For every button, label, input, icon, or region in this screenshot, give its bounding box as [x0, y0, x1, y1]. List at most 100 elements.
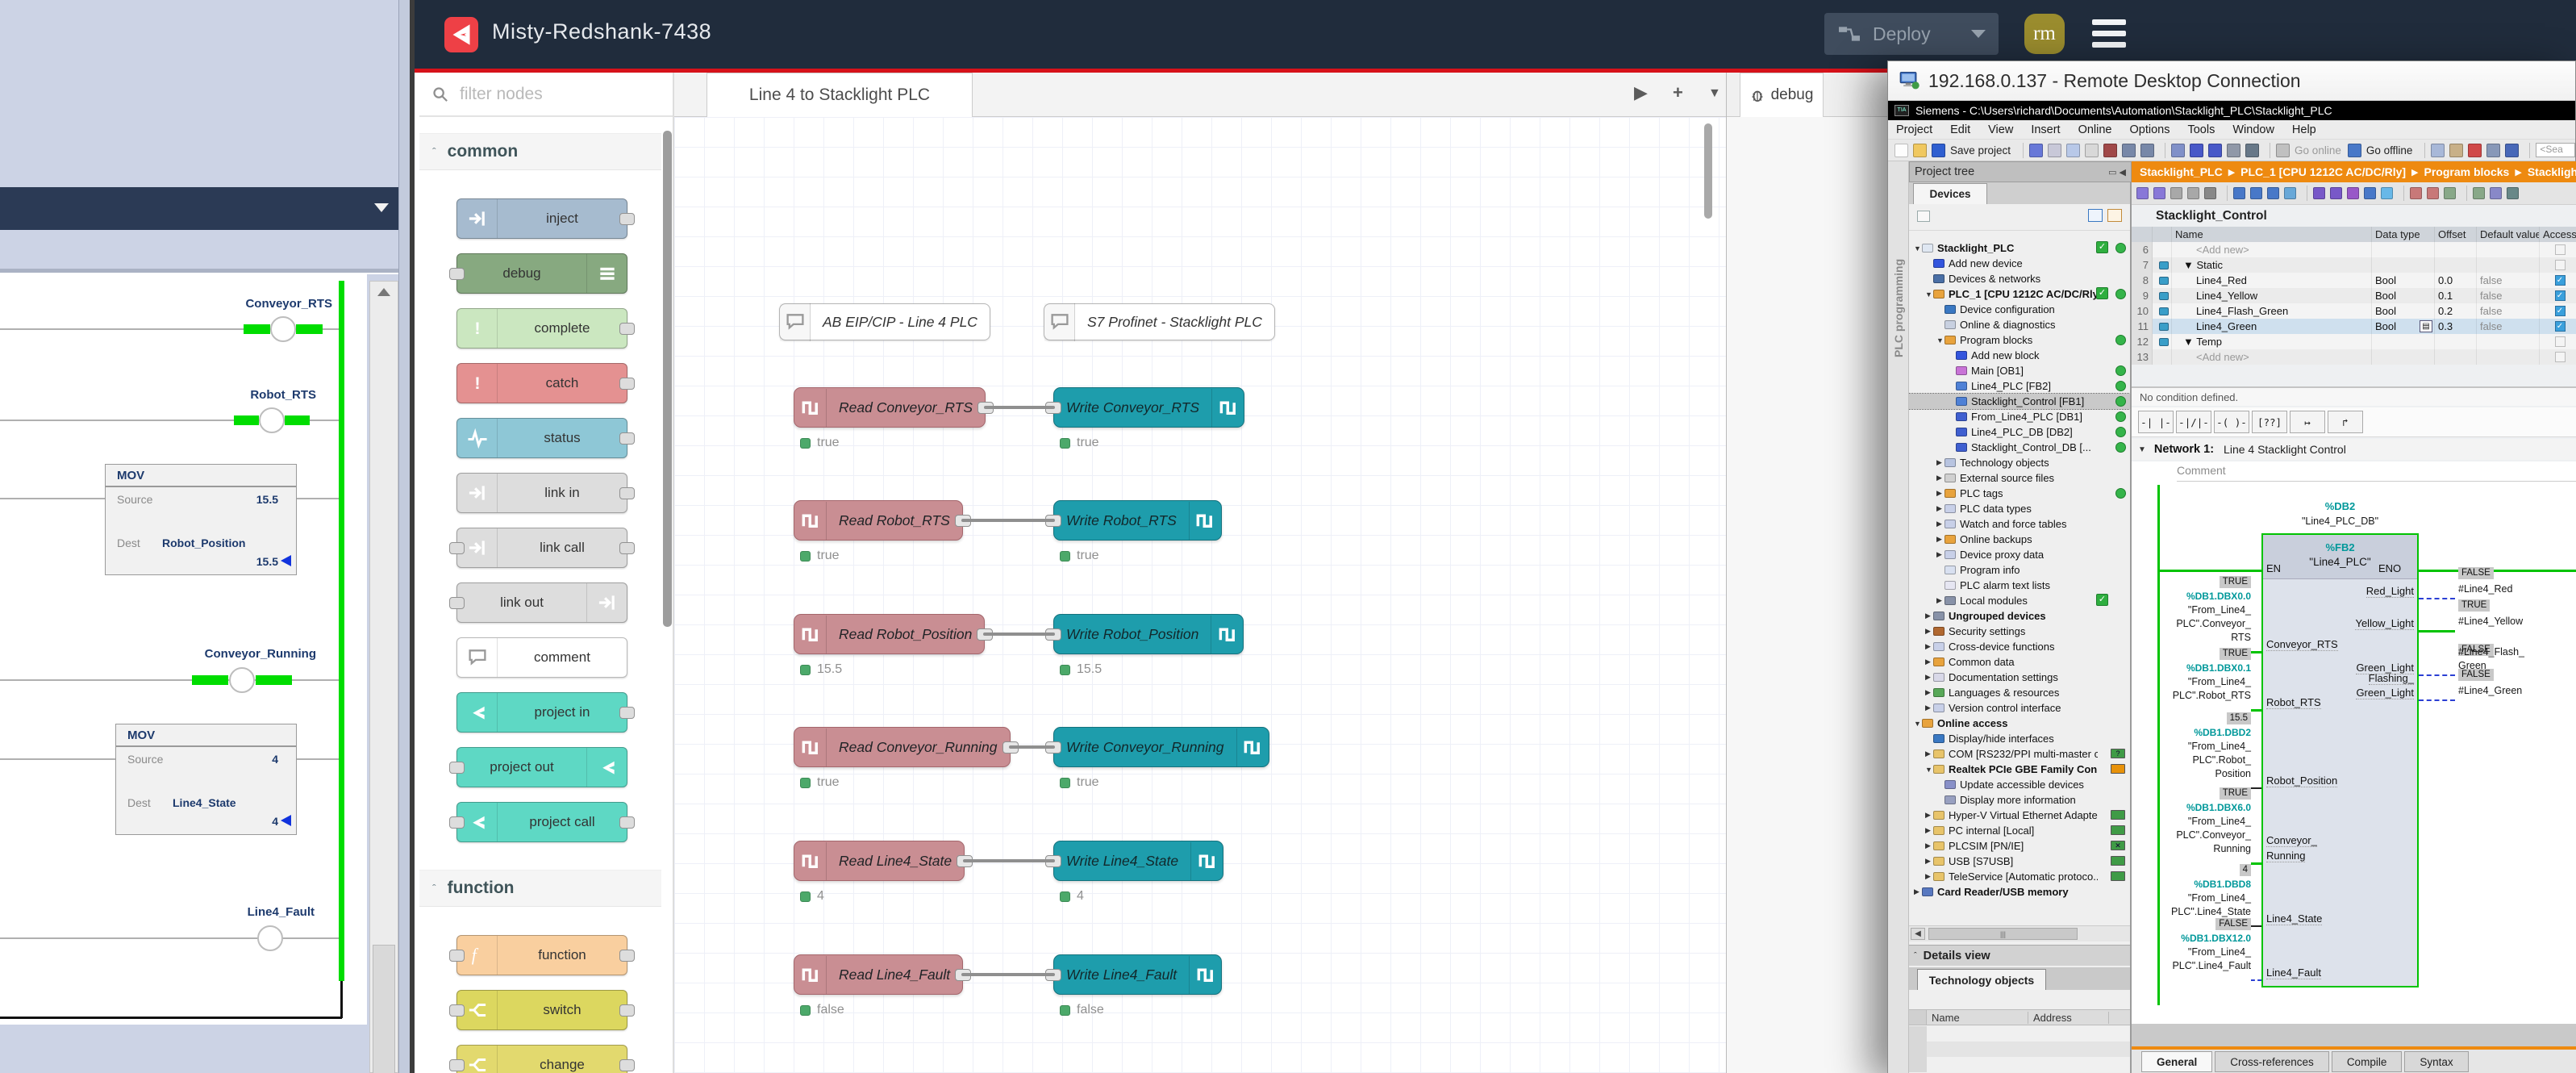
tree-item[interactable]: ▶Ungrouped devices: [1909, 608, 2130, 624]
tag-label[interactable]: Robot_RTS: [250, 388, 316, 402]
toolbar-icon[interactable]: [2449, 144, 2463, 157]
expander-closed-icon[interactable]: ▶: [1925, 857, 1933, 866]
tree-item[interactable]: Stacklight_Control [FB1]: [1909, 394, 2130, 409]
toolbar-icon[interactable]: [2190, 144, 2203, 157]
expander-closed-icon[interactable]: ▶: [1936, 474, 1945, 482]
tree-item[interactable]: ▶Languages & resources: [1909, 685, 2130, 700]
chevron-down-icon[interactable]: [374, 203, 389, 212]
toolbar-icon[interactable]: [1894, 144, 1908, 157]
palette-node-function[interactable]: ffunction: [456, 935, 627, 975]
editor-toolbar-icon[interactable]: [2444, 187, 2456, 199]
breadcrumb-item[interactable]: PLC_1 [CPU 1212C AC/DC/Rly]: [2240, 165, 2406, 178]
output-port[interactable]: [619, 1004, 635, 1017]
tree-item[interactable]: ▶External source files: [1909, 470, 2130, 486]
output-port[interactable]: [619, 816, 635, 829]
toolbar-icon[interactable]: [2505, 144, 2519, 157]
output-port[interactable]: [619, 950, 635, 962]
palette-node-project-in[interactable]: project in: [456, 692, 627, 733]
tree-item[interactable]: ▶TeleService [Automatic protoco...: [1909, 869, 2130, 884]
read-node[interactable]: Read Robot_Position: [794, 614, 985, 654]
tree-item[interactable]: Device configuration: [1909, 302, 2130, 317]
wire[interactable]: [963, 859, 1055, 862]
palette-search-input[interactable]: [458, 84, 644, 105]
breadcrumb[interactable]: Stacklight_PLC▶PLC_1 [CPU 1212C AC/DC/Rl…: [2132, 161, 2576, 182]
output-port[interactable]: [619, 487, 635, 499]
project-tree-header[interactable]: Project tree ▭ ◀: [1909, 161, 2132, 182]
toolbar-icon[interactable]: [2245, 144, 2259, 157]
palette-node-complete[interactable]: !complete: [456, 308, 627, 349]
toolbar-icon[interactable]: [2103, 144, 2117, 157]
write-node[interactable]: Write Robot_Position: [1053, 614, 1244, 654]
expander-closed-icon[interactable]: ▶: [1925, 749, 1933, 758]
editor-toolbar-icon[interactable]: [2187, 187, 2199, 199]
expander-closed-icon[interactable]: ▶: [1925, 704, 1933, 712]
expander-closed-icon[interactable]: ▶: [1925, 826, 1933, 835]
output-port[interactable]: [619, 378, 635, 390]
output-coil[interactable]: [270, 316, 296, 342]
tree-item[interactable]: ▶Cross-device functions: [1909, 639, 2130, 654]
toolbar-icon[interactable]: [2276, 144, 2290, 157]
tab-technology-objects[interactable]: Technology objects: [1917, 969, 2046, 990]
breadcrumb-item[interactable]: Stacklight_PLC: [2140, 165, 2223, 178]
expander-open-icon[interactable]: ▼: [1936, 336, 1945, 344]
toolbar-icon[interactable]: [2208, 144, 2222, 157]
palette-scrollbar[interactable]: [663, 74, 672, 1026]
output-port[interactable]: [619, 542, 635, 554]
tree-item[interactable]: Add new device: [1909, 256, 2130, 271]
breadcrumb-item[interactable]: Program blocks: [2424, 165, 2510, 178]
toolbar-icon[interactable]: [2029, 144, 2043, 157]
toolbar-icon[interactable]: [1913, 144, 1927, 157]
flow-tab[interactable]: Line 4 to Stacklight PLC: [707, 73, 973, 117]
palette-search[interactable]: [419, 73, 674, 117]
input-port[interactable]: [449, 762, 465, 774]
menu-edit[interactable]: Edit: [1950, 123, 1970, 136]
tree-filter-icon[interactable]: [1917, 211, 1930, 222]
expander-open-icon[interactable]: ▼: [1925, 766, 1933, 774]
editor-toolbar-icon[interactable]: [2347, 187, 2359, 199]
wire[interactable]: [984, 406, 1055, 409]
palette-node-project-call[interactable]: project call: [456, 802, 627, 842]
expander-closed-icon[interactable]: ▶: [1925, 811, 1933, 820]
deploy-button[interactable]: Deploy: [1824, 13, 1999, 55]
tree-item[interactable]: ▶Device proxy data: [1909, 547, 2130, 562]
editor-toolbar-icon[interactable]: [2267, 187, 2279, 199]
table-row[interactable]: 10Line4_Flash_GreenBool0.2false✓: [2132, 303, 2576, 319]
tree-item[interactable]: ▶PC internal [Local]: [1909, 823, 2130, 838]
tree-item[interactable]: ▶Local modules✓: [1909, 593, 2130, 608]
expander-closed-icon[interactable]: ▶: [1936, 550, 1945, 559]
lad-element-button[interactable]: -| |-: [2138, 411, 2174, 433]
details-view-header[interactable]: ˆ Details view: [1909, 945, 2130, 966]
table-row[interactable]: 7▼ Static: [2132, 257, 2576, 273]
expander-closed-icon[interactable]: ▶: [1925, 841, 1933, 850]
palette-node-catch[interactable]: !catch: [456, 363, 627, 403]
flow-canvas[interactable]: AB EIP/CIP - Line 4 PLCS7 Profinet - Sta…: [674, 117, 1726, 1073]
tree-item[interactable]: ▼Realtek PCIe GBE Family Con...: [1909, 762, 2130, 777]
output-coil[interactable]: [257, 925, 283, 951]
tree-item[interactable]: ▼PLC_1 [CPU 1212C AC/DC/Rly]✓: [1909, 286, 2130, 302]
ladder-canvas[interactable]: Conveyor_RTSRobot_RTSMOVSource15.5DestRo…: [0, 274, 367, 1025]
output-coil[interactable]: [259, 407, 285, 433]
expander-closed-icon[interactable]: ▶: [1925, 688, 1933, 697]
tree-item[interactable]: ▶Hyper-V Virtual Ethernet Adapter: [1909, 808, 2130, 823]
table-row[interactable]: 11Line4_GreenBool▤0.3false✓: [2132, 319, 2576, 334]
comment-node[interactable]: S7 Profinet - Stacklight PLC: [1044, 303, 1275, 340]
write-node[interactable]: Write Conveyor_Running: [1053, 727, 1269, 767]
editor-toolbar-icon[interactable]: [2507, 187, 2519, 199]
expander-closed-icon[interactable]: ▶: [1925, 642, 1933, 651]
breadcrumb-item[interactable]: Stacklight_Co: [2528, 165, 2576, 178]
tab-debug[interactable]: debug: [1740, 73, 1824, 117]
editor-toolbar-icon[interactable]: [2381, 187, 2393, 199]
editor-toolbar-icon[interactable]: [2136, 187, 2149, 199]
palette-node-link-call[interactable]: link call: [456, 528, 627, 568]
expander-closed-icon[interactable]: ▶: [1936, 520, 1945, 528]
read-node[interactable]: Read Conveyor_Running: [794, 727, 1011, 767]
palette-category-common[interactable]: ˆcommon: [419, 133, 661, 170]
input-port[interactable]: [449, 268, 465, 280]
tab-general[interactable]: General: [2141, 1051, 2212, 1072]
expander-open-icon[interactable]: ▼: [1914, 244, 1922, 253]
menu-options[interactable]: Options: [2130, 123, 2170, 136]
toolbar-icon[interactable]: [2048, 144, 2061, 157]
input-port[interactable]: [449, 816, 465, 829]
checkbox-icon[interactable]: [2555, 336, 2566, 347]
tab-devices[interactable]: Devices: [1913, 183, 1987, 204]
